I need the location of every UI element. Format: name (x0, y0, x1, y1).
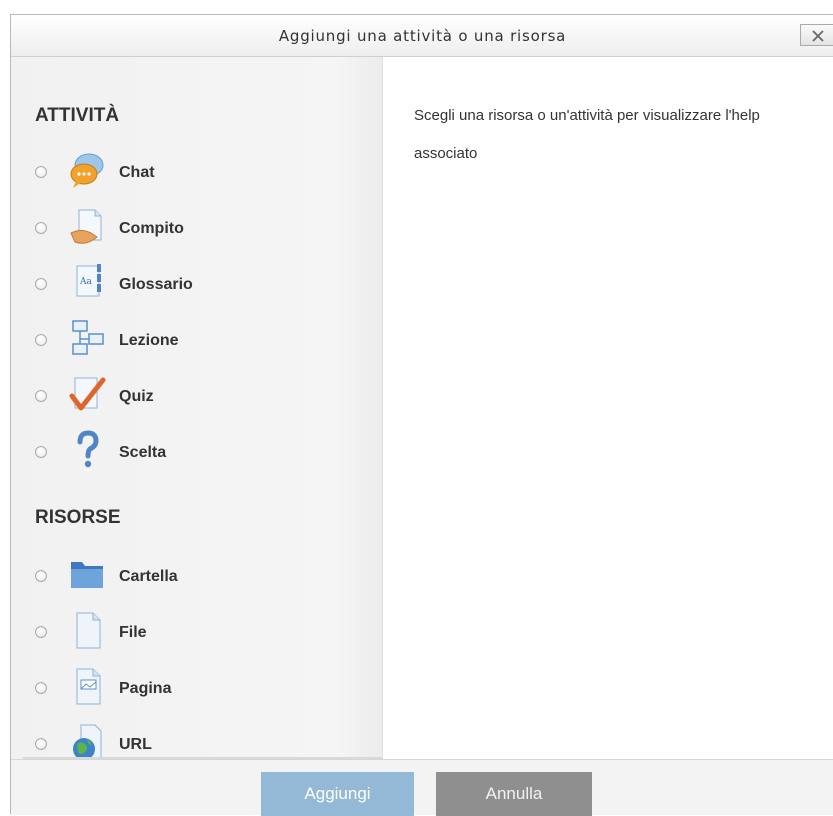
url-globe-icon (73, 724, 102, 759)
radio-file[interactable] (35, 626, 47, 638)
option-file[interactable]: File (35, 610, 365, 652)
radio-url[interactable] (35, 738, 47, 750)
option-label: Compito (119, 220, 184, 237)
radio-scelta[interactable] (35, 446, 47, 458)
radio-quiz[interactable] (35, 390, 47, 402)
option-label: Chat (119, 164, 155, 181)
activities-heading: ATTIVITÀ (35, 105, 120, 126)
chat-icon (70, 153, 104, 188)
radio-pagina[interactable] (35, 682, 47, 694)
option-label: File (119, 624, 147, 641)
option-label: Quiz (119, 388, 154, 405)
option-label: Scelta (119, 444, 167, 461)
option-chat[interactable]: Chat (35, 150, 365, 192)
radio-glossario[interactable] (35, 278, 47, 290)
radio-chat[interactable] (35, 166, 47, 178)
option-label: Lezione (119, 332, 179, 349)
dialog-title: Aggiungi una attività o una risorsa (278, 27, 567, 45)
option-label: Cartella (119, 568, 178, 585)
glossary-icon: Aa (76, 264, 101, 297)
lesson-icon (72, 320, 104, 355)
option-compito[interactable]: Compito (35, 206, 365, 248)
page-icon (76, 668, 101, 705)
assignment-icon (70, 209, 102, 244)
option-label: Glossario (119, 276, 193, 293)
add-activity-dialog: Aggiungi una attività o una risorsa ATTI… (10, 14, 833, 816)
dialog-footer: Aggiungi Annulla (11, 759, 833, 816)
module-chooser-list: ATTIVITÀ Chat Compito Aa Glossario Lezio… (11, 57, 383, 759)
quiz-checkmark-icon (69, 377, 106, 411)
add-button[interactable]: Aggiungi (261, 772, 414, 816)
dialog-titlebar: Aggiungi una attività o una risorsa (11, 15, 833, 57)
option-scelta[interactable]: Scelta (35, 430, 365, 472)
help-text: Scegli una risorsa o un'attività per vis… (414, 107, 760, 162)
folder-icon (71, 562, 103, 588)
close-icon (812, 30, 824, 42)
resources-heading: RISORSE (35, 507, 121, 528)
option-label: URL (119, 736, 152, 753)
help-panel: Scegli una risorsa o un'attività per vis… (383, 57, 833, 759)
option-glossario[interactable]: Aa Glossario (35, 262, 365, 304)
question-mark-icon (77, 430, 99, 468)
radio-cartella[interactable] (35, 570, 47, 582)
option-url[interactable]: URL (35, 722, 365, 759)
option-quiz[interactable]: Quiz (35, 374, 365, 416)
svg-text:Aa: Aa (79, 277, 92, 287)
cancel-button[interactable]: Annulla (436, 772, 592, 816)
option-lezione[interactable]: Lezione (35, 318, 365, 360)
radio-compito[interactable] (35, 222, 47, 234)
file-icon (76, 612, 101, 649)
option-label: Pagina (119, 680, 172, 697)
close-button[interactable] (800, 24, 833, 46)
option-pagina[interactable]: Pagina (35, 666, 365, 708)
radio-lezione[interactable] (35, 334, 47, 346)
option-cartella[interactable]: Cartella (35, 554, 365, 596)
